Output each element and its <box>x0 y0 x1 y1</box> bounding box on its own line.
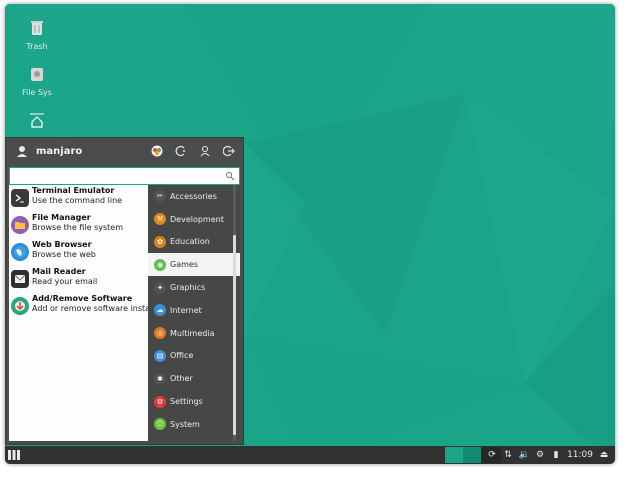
switch-user-icon[interactable] <box>199 145 211 157</box>
category-item-development[interactable]: ⚒ Development <box>148 208 240 231</box>
list-item[interactable]: File Manager Browse the file system <box>9 212 148 239</box>
update-icon[interactable]: ⟳ <box>487 450 497 460</box>
whisker-menu-icon[interactable] <box>7 448 21 462</box>
menu-body: Terminal Emulator Use the command line Fi… <box>9 185 240 441</box>
multimedia-icon: ◎ <box>154 327 166 340</box>
drive-icon <box>31 68 43 81</box>
application-menu: manjaro Terminal Emulator Use the command… <box>5 137 244 445</box>
settings-manager-icon[interactable] <box>151 145 163 157</box>
category-item-settings[interactable]: ⚙ Settings <box>148 390 240 413</box>
fav-title: Web Browser <box>32 240 92 249</box>
category-label: Internet <box>170 305 202 315</box>
fav-subtitle: Browse the file system <box>32 223 123 232</box>
list-item[interactable]: Add/Remove Software Add or remove softwar… <box>9 293 148 320</box>
favorites-list: Terminal Emulator Use the command line Fi… <box>9 185 148 441</box>
volume-icon[interactable]: 🔉 <box>518 450 529 460</box>
list-item[interactable]: Mail Reader Read your email <box>9 266 148 293</box>
system-tray: ⟳ ⇅ 🔉 ⚙ ▮ 11:09 ⏏ <box>487 446 609 464</box>
menu-header: manjaro <box>6 138 243 164</box>
bottom-panel: ⟳ ⇅ 🔉 ⚙ ▮ 11:09 ⏏ <box>5 446 615 464</box>
fav-subtitle: Use the command line <box>32 196 123 205</box>
category-item-education[interactable]: ✿ Education <box>148 231 240 254</box>
category-label: System <box>170 419 200 429</box>
category-label: Accessories <box>170 191 217 201</box>
clock[interactable]: 11:09 <box>567 450 593 460</box>
category-label: Games <box>170 260 198 270</box>
fav-subtitle: Read your email <box>32 277 98 286</box>
category-label: Multimedia <box>170 328 215 338</box>
category-item-other[interactable]: ✱ Other <box>148 367 240 390</box>
gear-icon[interactable]: ⚙ <box>535 450 545 460</box>
fav-title: Terminal Emulator <box>32 186 115 195</box>
logout-icon[interactable]: ⏏ <box>599 450 609 460</box>
fav-title: Add/Remove Software <box>32 294 133 303</box>
games-icon: ◉ <box>154 258 166 271</box>
category-item-multimedia[interactable]: ◎ Multimedia <box>148 322 240 345</box>
graphics-icon: ✦ <box>154 281 166 294</box>
internet-icon: ☁ <box>154 304 166 317</box>
category-item-internet[interactable]: ☁ Internet <box>148 299 240 322</box>
list-item[interactable]: Terminal Emulator Use the command line <box>9 185 148 212</box>
lock-screen-icon[interactable] <box>175 145 187 157</box>
desktop-icon-home[interactable] <box>7 110 67 134</box>
other-icon: ✱ <box>154 372 166 385</box>
development-icon: ⚒ <box>154 213 166 226</box>
username: manjaro <box>36 145 83 157</box>
category-label: Other <box>170 374 193 384</box>
fav-subtitle: Add or remove software insta... <box>32 304 148 313</box>
desktop-icon-label: Trash <box>26 42 48 51</box>
category-item-system[interactable]: ⏻ System <box>148 413 240 436</box>
search-box <box>9 167 240 185</box>
desktop-icon-label: File Sys <box>22 88 52 97</box>
scrollbar-thumb[interactable] <box>233 235 236 435</box>
trash-icon <box>31 21 43 35</box>
desktop-icon-filesystem[interactable]: File Sys <box>7 64 67 98</box>
fav-title: File Manager <box>32 213 91 222</box>
category-label: Office <box>170 351 194 361</box>
desktop: Trash File Sys manjaro Terminal Emulator… <box>5 4 615 464</box>
mail-icon <box>11 270 29 288</box>
category-item-graphics[interactable]: ✦ Graphics <box>148 276 240 299</box>
list-item[interactable]: Web Browser Browse the web <box>9 239 148 266</box>
category-label: Graphics <box>170 283 206 293</box>
category-item-games[interactable]: ◉ Games <box>148 253 240 277</box>
globe-icon <box>11 243 29 261</box>
session-actions <box>151 145 235 157</box>
category-list: ✂ Accessories ⚒ Development ✿ Education ◉ Ga… <box>148 185 240 441</box>
settings-icon: ⚙ <box>154 395 166 408</box>
user-icon <box>17 146 27 157</box>
category-item-office[interactable]: ▤ Office <box>148 345 240 368</box>
accessories-icon: ✂ <box>154 190 166 203</box>
system-icon: ⏻ <box>154 418 166 431</box>
education-icon: ✿ <box>154 235 166 248</box>
terminal-icon <box>11 189 29 207</box>
search-input[interactable] <box>10 169 225 183</box>
search-icon <box>225 171 235 181</box>
category-label: Education <box>170 237 210 247</box>
category-item-accessories[interactable]: ✂ Accessories <box>148 185 240 208</box>
office-icon: ▤ <box>154 349 166 362</box>
network-icon[interactable]: ⇅ <box>503 450 513 460</box>
logout-icon[interactable] <box>223 145 235 157</box>
category-scrollbar[interactable] <box>233 185 236 441</box>
fav-subtitle: Browse the web <box>32 250 96 259</box>
category-label: Settings <box>170 397 203 407</box>
package-icon <box>11 297 29 315</box>
workspace-2[interactable] <box>463 447 481 463</box>
folder-icon <box>11 216 29 234</box>
category-label: Development <box>170 214 224 224</box>
desktop-icon-trash[interactable]: Trash <box>7 18 67 52</box>
workspace-1[interactable] <box>445 447 463 463</box>
home-icon <box>30 113 44 128</box>
battery-icon[interactable]: ▮ <box>551 450 561 460</box>
fav-title: Mail Reader <box>32 267 86 276</box>
